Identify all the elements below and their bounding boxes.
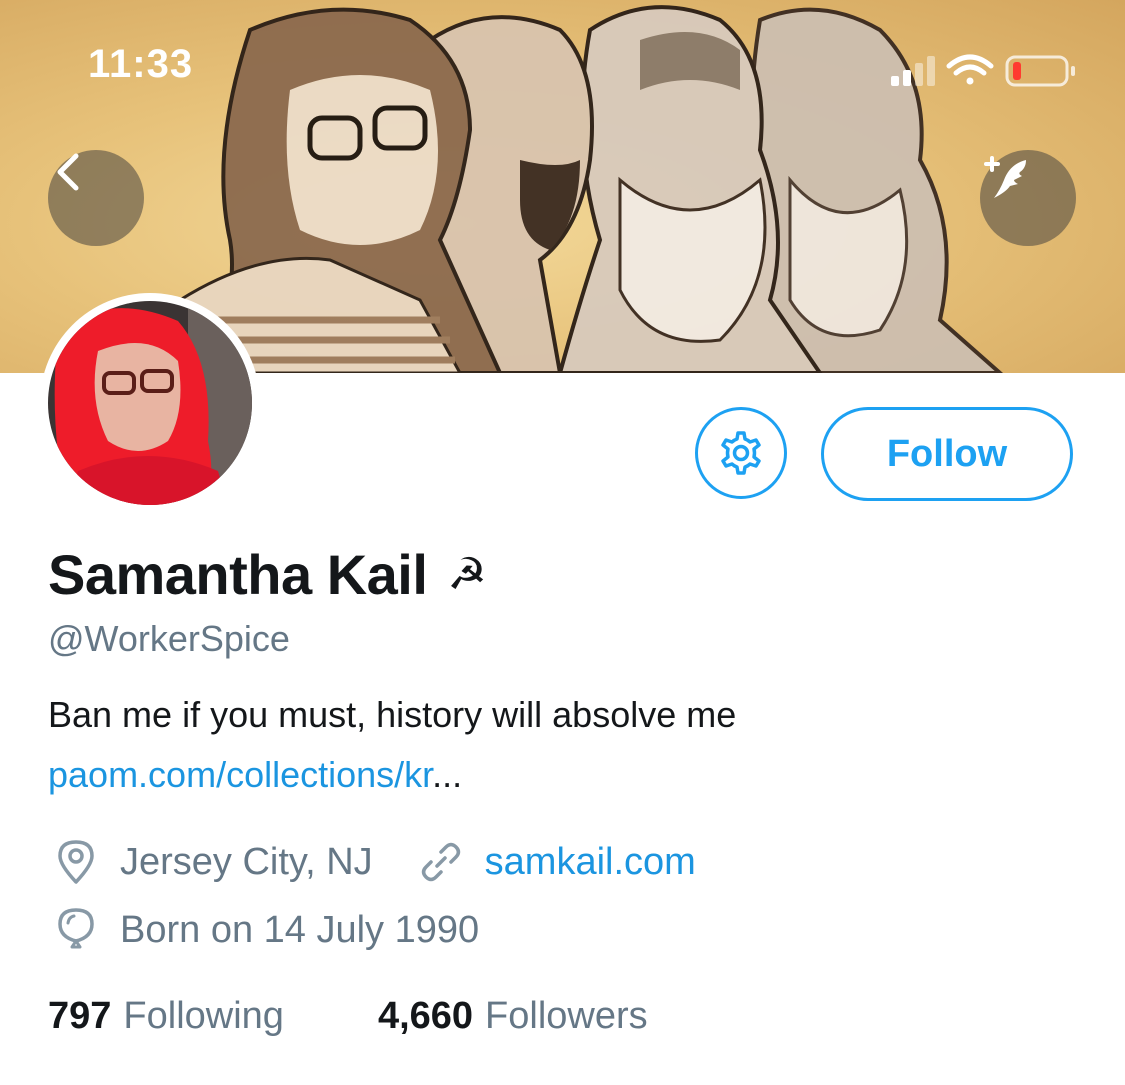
hammer-sickle-emoji: ☭ xyxy=(447,550,487,599)
bio-link-text[interactable]: paom.com/collections/kr xyxy=(48,754,432,795)
following-stat[interactable]: 797 Following xyxy=(48,995,284,1038)
status-icons xyxy=(885,50,1085,90)
profile-birthday-row: Born on 14 July 1990 xyxy=(52,906,479,954)
profile-name-row: Samantha Kail ☭ xyxy=(48,542,487,607)
compose-button[interactable] xyxy=(980,150,1076,246)
location-pin-icon xyxy=(52,838,100,886)
following-label: Following xyxy=(123,995,284,1037)
back-button[interactable] xyxy=(48,150,144,246)
profile-birthday: Born on 14 July 1990 xyxy=(120,908,480,951)
profile-handle: @WorkerSpice xyxy=(48,618,290,659)
chevron-left-icon xyxy=(57,153,79,191)
battery-low-icon xyxy=(1005,55,1075,87)
wifi-icon xyxy=(946,54,994,85)
avatar[interactable] xyxy=(40,293,260,513)
followers-label: Followers xyxy=(485,995,648,1037)
profile-bio: Ban me if you must, history will absolve… xyxy=(48,694,737,735)
follow-counts: 797 Following 4,660 Followers xyxy=(48,995,648,1038)
bio-link-ellipsis: ... xyxy=(432,754,463,795)
following-count: 797 xyxy=(48,995,112,1037)
gear-icon xyxy=(721,431,761,475)
profile-meta-row: Jersey City, NJ samkail.com xyxy=(52,838,696,886)
followers-stat[interactable]: 4,660 Followers xyxy=(378,995,648,1038)
signal-bars-icon xyxy=(891,56,935,86)
compose-tweet-icon xyxy=(984,156,1026,198)
display-name: Samantha Kail xyxy=(48,543,428,606)
avatar-photo xyxy=(48,301,252,505)
balloon-icon xyxy=(52,906,100,954)
follow-button[interactable]: Follow xyxy=(821,407,1073,501)
settings-button[interactable] xyxy=(695,407,787,499)
profile-website-link[interactable]: samkail.com xyxy=(485,841,696,884)
followers-count: 4,660 xyxy=(377,995,474,1037)
status-time: 11:33 xyxy=(88,42,194,86)
bio-link[interactable]: paom.com/collections/kr... xyxy=(48,754,462,796)
link-icon xyxy=(417,838,465,886)
profile-location: Jersey City, NJ xyxy=(120,840,373,883)
